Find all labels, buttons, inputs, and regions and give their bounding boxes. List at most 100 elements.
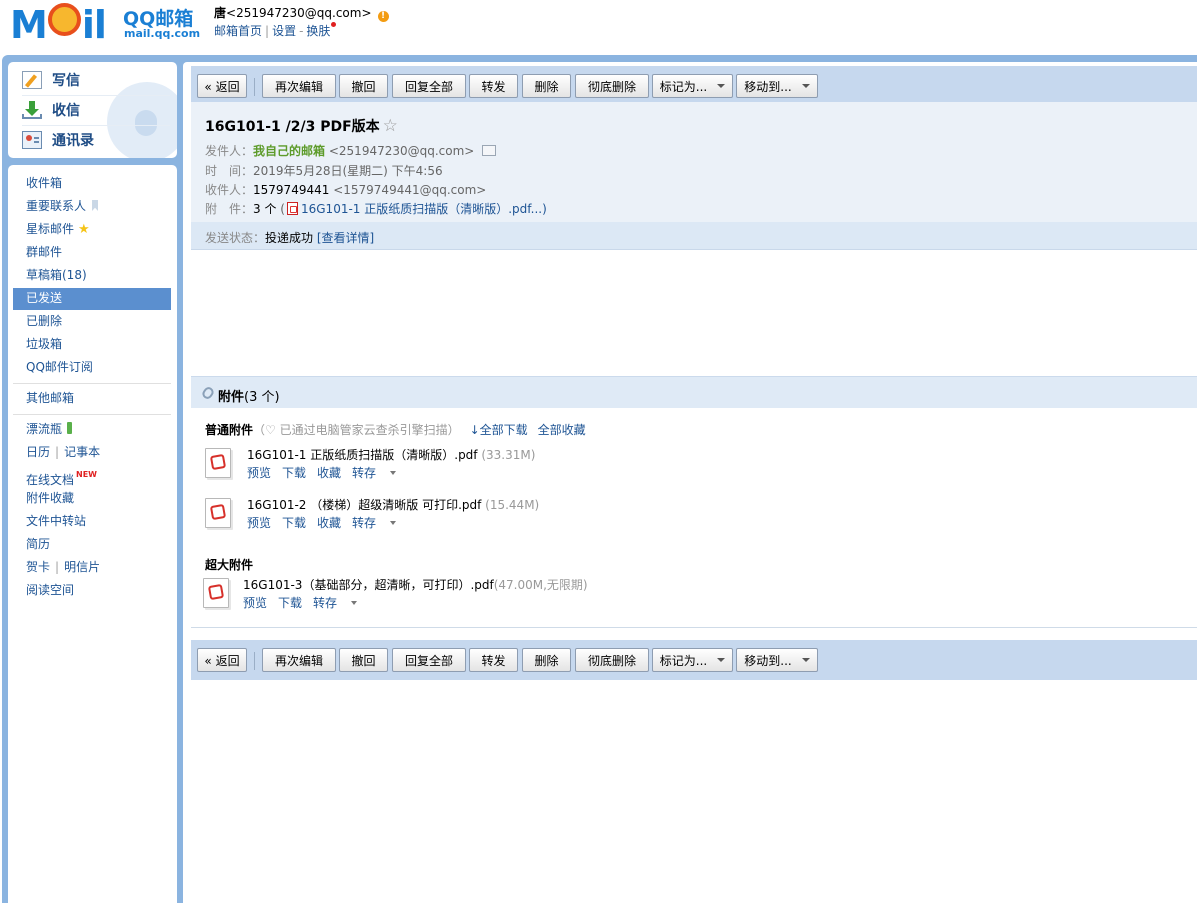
app-cards: 贺卡 | 明信片: [26, 560, 101, 574]
forward-button[interactable]: 转发: [469, 648, 518, 672]
contacts-button[interactable]: 通讯录: [22, 128, 94, 152]
view-details-link[interactable]: [查看详情]: [317, 231, 374, 245]
delete-forever-button[interactable]: 彻底删除: [575, 648, 649, 672]
reedit-button[interactable]: 再次编辑: [262, 74, 336, 98]
divider: [13, 383, 171, 384]
mailbox-home-link[interactable]: 邮箱首页: [214, 24, 262, 38]
sender-email: <251947230@qq.com>: [328, 144, 475, 158]
folder-sent[interactable]: 已发送: [26, 290, 62, 306]
reply-all-button[interactable]: 回复全部: [392, 648, 466, 672]
save-to-dropdown[interactable]: 转存: [313, 596, 368, 610]
reedit-button[interactable]: 再次编辑: [262, 648, 336, 672]
chevron-down-icon: [801, 658, 810, 662]
back-button[interactable]: « 返回: [197, 648, 247, 672]
receive-button[interactable]: 收信: [22, 98, 80, 122]
chevron-down-icon: [390, 521, 397, 525]
delete-forever-button[interactable]: 彻底删除: [575, 74, 649, 98]
favorite-link[interactable]: 收藏: [317, 516, 341, 530]
move-to-dropdown[interactable]: 移动到...: [736, 74, 818, 98]
settings-link[interactable]: 设置: [272, 24, 296, 38]
notification-dot-icon: [331, 22, 337, 27]
qq-mail-logo[interactable]: Mil QQ邮箱 mail.qq.com: [10, 3, 200, 45]
normal-attachments-label: 普通附件（♡ 已通过电脑管家云查杀引擎扫描） ↓全部下载 全部收藏: [205, 423, 586, 437]
app-attachment-favorites[interactable]: 附件收藏: [26, 490, 74, 506]
app-resume[interactable]: 简历: [26, 536, 50, 552]
folder-drafts[interactable]: 草稿箱(18): [26, 267, 87, 283]
app-online-docs[interactable]: 在线文档 NEW: [26, 467, 97, 488]
paperclip-icon: [200, 385, 216, 401]
recall-button[interactable]: 撤回: [339, 74, 388, 98]
attachment-size: (33.31M): [481, 448, 536, 462]
user-name: 唐: [214, 6, 227, 20]
save-to-dropdown[interactable]: 转存: [352, 516, 407, 530]
download-link[interactable]: 下载: [282, 466, 306, 480]
user-info: 唐<251947230@qq.com>!: [214, 4, 389, 22]
warning-icon[interactable]: !: [377, 11, 389, 22]
app-bottle[interactable]: 漂流瓶: [26, 421, 73, 437]
time-row: 时 间：2019年5月28日(星期二) 下午4:56: [205, 164, 443, 178]
folder-deleted[interactable]: 已删除: [26, 313, 62, 329]
star-toggle-icon[interactable]: ☆: [383, 116, 398, 136]
folder-starred[interactable]: 星标邮件 ★: [26, 221, 90, 238]
mail-toolbar-bottom: « 返回 再次编辑 撤回 回复全部 转发 删除 彻底删除 标记为... 移动到.…: [191, 640, 1197, 680]
user-email: <251947230@qq.com>: [226, 6, 372, 20]
mark-as-dropdown[interactable]: 标记为...: [652, 648, 733, 672]
save-to-dropdown[interactable]: 转存: [352, 466, 407, 480]
attachment-name[interactable]: 16G101-2 （楼梯）超级清晰版 可打印.pdf: [247, 498, 485, 512]
compose-icon: [22, 71, 42, 89]
attachment-item: 16G101-3（基础部分，超清晰，可打印）.pdf(47.00M,无限期) 预…: [203, 576, 803, 616]
preview-link[interactable]: 预览: [247, 466, 271, 480]
pdf-file-icon[interactable]: [205, 448, 231, 478]
preview-link[interactable]: 预览: [247, 516, 271, 530]
app-postcard[interactable]: 明信片: [64, 560, 100, 574]
sent-time: 2019年5月28日(星期二) 下午4:56: [253, 164, 443, 178]
header-nav: 邮箱首页 | 设置 - 换肤: [214, 22, 337, 39]
attachment-item: 16G101-1 正版纸质扫描版（清晰版）.pdf (33.31M) 预览 下载收…: [205, 446, 805, 486]
to-row: 收件人：1579749441 <1579749441@qq.com>: [205, 183, 487, 197]
attachment-name[interactable]: 16G101-1 正版纸质扫描版（清晰版）.pdf: [247, 448, 481, 462]
pdf-icon: [286, 202, 298, 215]
preview-link[interactable]: 预览: [243, 596, 267, 610]
bookmark-icon: [92, 200, 99, 211]
pdf-file-icon[interactable]: [205, 498, 231, 528]
compose-button[interactable]: 写信: [22, 68, 80, 92]
recipient-name[interactable]: 1579749441: [253, 183, 329, 197]
folder-spam[interactable]: 垃圾箱: [26, 336, 62, 352]
contact-card-icon[interactable]: [482, 145, 497, 156]
forward-button[interactable]: 转发: [469, 74, 518, 98]
attachment-name[interactable]: 16G101-3（基础部分，超清晰，可打印）.pdf: [243, 578, 494, 592]
download-all-link[interactable]: ↓全部下载: [470, 423, 528, 437]
download-link[interactable]: 下载: [282, 516, 306, 530]
folder-group[interactable]: 群邮件: [26, 244, 62, 260]
attachment-row: 附 件：3 个 (16G101-1 正版纸质扫描版（清晰版）.pdf...): [205, 202, 547, 216]
skin-link[interactable]: 换肤: [306, 24, 330, 38]
mail-toolbar-top: « 返回 再次编辑 撤回 回复全部 转发 删除 彻底删除 标记为... 移动到.…: [191, 66, 1197, 106]
delete-button[interactable]: 删除: [522, 648, 571, 672]
app-reading-space[interactable]: 阅读空间: [26, 582, 74, 598]
attachment-summary-link[interactable]: 16G101-1 正版纸质扫描版（清晰版）.pdf...): [301, 202, 547, 216]
app-greeting-card[interactable]: 贺卡: [26, 560, 50, 574]
folder-other-mailbox[interactable]: 其他邮箱: [26, 390, 74, 406]
back-button[interactable]: « 返回: [197, 74, 247, 98]
folder-inbox[interactable]: 收件箱: [26, 175, 62, 191]
pdf-file-icon[interactable]: [203, 578, 229, 608]
folder-list: 收件箱 重要联系人 星标邮件 ★ 群邮件 草稿箱(18) 已发送 已删除 垃圾箱 …: [8, 165, 177, 903]
move-to-dropdown[interactable]: 移动到...: [736, 648, 818, 672]
folder-subscribe[interactable]: QQ邮件订阅: [26, 359, 93, 375]
recall-button[interactable]: 撤回: [339, 648, 388, 672]
download-link[interactable]: 下载: [278, 596, 302, 610]
favorite-link[interactable]: 收藏: [317, 466, 341, 480]
folder-vip[interactable]: 重要联系人: [26, 198, 99, 214]
app-calendar-notes: 日历 | 记事本: [26, 445, 101, 459]
delete-button[interactable]: 删除: [522, 74, 571, 98]
mail-header: 16G101-1 /2/3 PDF版本 ☆ 发件人：我自己的邮箱 <2519472…: [191, 102, 1197, 250]
app-calendar[interactable]: 日历: [26, 445, 50, 459]
mark-as-dropdown[interactable]: 标记为...: [652, 74, 733, 98]
mail-reading-pane: « 返回 再次编辑 撤回 回复全部 转发 删除 彻底删除 标记为... 移动到.…: [183, 62, 1197, 903]
app-file-transfer[interactable]: 文件中转站: [26, 513, 86, 529]
reply-all-button[interactable]: 回复全部: [392, 74, 466, 98]
app-notes[interactable]: 记事本: [64, 445, 100, 459]
favorite-all-link[interactable]: 全部收藏: [538, 423, 586, 437]
sender-name[interactable]: 我自己的邮箱: [253, 144, 325, 158]
attachments-header: 附件(3 个): [191, 376, 1197, 408]
